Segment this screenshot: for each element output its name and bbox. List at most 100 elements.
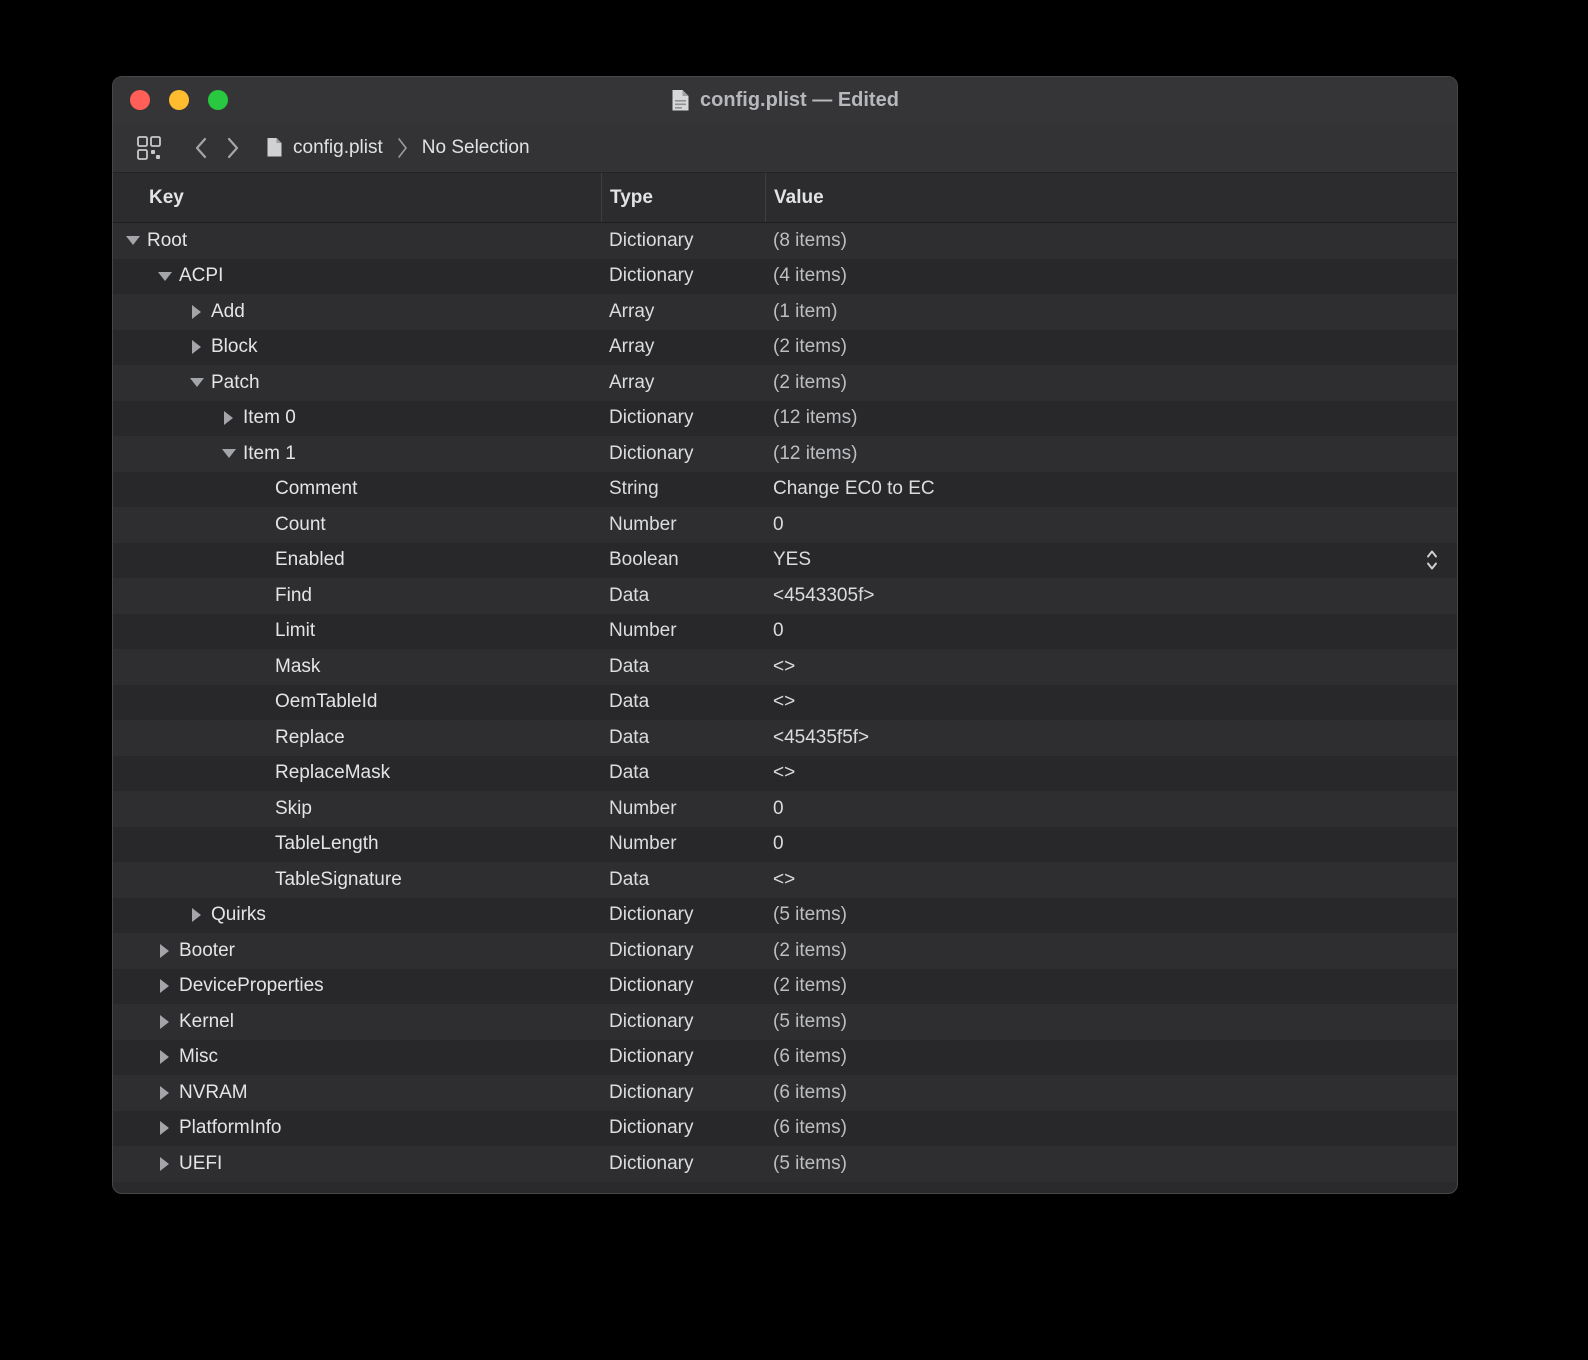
table-row[interactable]: QuirksDictionary(5 items) xyxy=(113,898,1457,934)
table-row[interactable]: BlockArray(2 items) xyxy=(113,330,1457,366)
row-type: Dictionary xyxy=(601,1075,765,1111)
breadcrumb-selection[interactable]: No Selection xyxy=(422,137,530,159)
table-row[interactable]: UEFIDictionary(5 items) xyxy=(113,1146,1457,1182)
row-type: Data xyxy=(601,685,765,721)
row-key-label: Add xyxy=(211,301,245,323)
row-value[interactable]: (6 items) xyxy=(773,1117,847,1139)
table-row[interactable]: SkipNumber0 xyxy=(113,791,1457,827)
row-type: Dictionary xyxy=(601,933,765,969)
table-row[interactable]: Item 1Dictionary(12 items) xyxy=(113,436,1457,472)
row-value[interactable]: (12 items) xyxy=(773,443,857,465)
row-value[interactable]: <> xyxy=(773,762,795,784)
disclosure-triangle[interactable] xyxy=(189,908,211,922)
row-value[interactable]: 0 xyxy=(773,514,784,536)
row-key-label: Comment xyxy=(275,478,357,500)
row-key-label: Limit xyxy=(275,620,315,642)
disclosure-triangle[interactable] xyxy=(157,1050,179,1064)
table-row[interactable]: ReplaceMaskData<> xyxy=(113,756,1457,792)
row-type: Array xyxy=(601,330,765,366)
disclosure-triangle[interactable] xyxy=(157,1015,179,1029)
table-row[interactable]: CommentStringChange EC0 to EC xyxy=(113,472,1457,508)
title-bar: config.plist — Edited xyxy=(113,77,1457,123)
row-type: Number xyxy=(601,614,765,650)
row-value[interactable]: (2 items) xyxy=(773,336,847,358)
disclosure-triangle[interactable] xyxy=(189,378,211,387)
zoom-window-button[interactable] xyxy=(208,90,228,110)
row-type: Data xyxy=(601,756,765,792)
table-row[interactable]: RootDictionary(8 items) xyxy=(113,223,1457,259)
row-value[interactable]: (2 items) xyxy=(773,940,847,962)
table-row[interactable]: Item 0Dictionary(12 items) xyxy=(113,401,1457,437)
table-row[interactable]: BooterDictionary(2 items) xyxy=(113,933,1457,969)
disclosure-triangle[interactable] xyxy=(125,236,147,245)
table-row[interactable]: Limit Number 0 xyxy=(113,614,1457,650)
row-key-label: ACPI xyxy=(179,265,223,287)
row-value[interactable]: (12 items) xyxy=(773,407,857,429)
row-value[interactable]: (5 items) xyxy=(773,1011,847,1033)
table-row[interactable]: PatchArray(2 items) xyxy=(113,365,1457,401)
row-value[interactable]: Change EC0 to EC xyxy=(773,478,935,500)
table-row[interactable]: AddArray(1 item) xyxy=(113,294,1457,330)
document-icon xyxy=(671,89,690,112)
row-value[interactable]: (6 items) xyxy=(773,1082,847,1104)
table-row[interactable]: DevicePropertiesDictionary(2 items) xyxy=(113,969,1457,1005)
table-row[interactable]: ACPIDictionary(4 items) xyxy=(113,259,1457,295)
close-window-button[interactable] xyxy=(130,90,150,110)
table-row[interactable]: KernelDictionary(5 items) xyxy=(113,1004,1457,1040)
disclosure-triangle[interactable] xyxy=(157,1157,179,1171)
table-row[interactable]: ReplaceData<45435f5f> xyxy=(113,720,1457,756)
row-key-label: Item 0 xyxy=(243,407,296,429)
disclosure-triangle[interactable] xyxy=(221,411,243,425)
table-row[interactable]: NVRAMDictionary(6 items) xyxy=(113,1075,1457,1111)
table-row[interactable]: EnabledBooleanYES xyxy=(113,543,1457,579)
row-value[interactable]: (2 items) xyxy=(773,975,847,997)
row-value[interactable]: (8 items) xyxy=(773,230,847,252)
table-row[interactable]: CountNumber0 xyxy=(113,507,1457,543)
row-value[interactable]: (1 item) xyxy=(773,301,837,323)
table-row[interactable]: PlatformInfoDictionary(6 items) xyxy=(113,1111,1457,1147)
disclosure-triangle[interactable] xyxy=(189,340,211,354)
row-value[interactable]: <> xyxy=(773,691,795,713)
row-value[interactable]: <45435f5f> xyxy=(773,727,869,749)
forward-button[interactable] xyxy=(217,131,250,165)
boolean-popup-stepper[interactable] xyxy=(1425,547,1439,573)
row-value[interactable]: (2 items) xyxy=(773,372,847,394)
disclosure-triangle[interactable] xyxy=(157,944,179,958)
row-key-label: Skip xyxy=(275,798,312,820)
row-value[interactable]: 0 xyxy=(773,833,784,855)
row-value[interactable]: (6 items) xyxy=(773,1046,847,1068)
disclosure-triangle[interactable] xyxy=(157,1121,179,1135)
disclosure-triangle[interactable] xyxy=(157,979,179,993)
table-row[interactable]: TableLengthNumber0 xyxy=(113,827,1457,863)
row-key-label: OemTableId xyxy=(275,691,377,713)
row-key-label: Item 1 xyxy=(243,443,296,465)
row-value[interactable]: YES xyxy=(773,549,811,571)
row-key-label: Quirks xyxy=(211,904,266,926)
back-button[interactable] xyxy=(184,131,217,165)
minimize-window-button[interactable] xyxy=(169,90,189,110)
table-row[interactable]: MiscDictionary(6 items) xyxy=(113,1040,1457,1076)
table-row[interactable]: TableSignatureData<> xyxy=(113,862,1457,898)
disclosure-triangle[interactable] xyxy=(157,1086,179,1100)
row-key-label: Mask xyxy=(275,656,320,678)
row-value[interactable]: (4 items) xyxy=(773,265,847,287)
table-row[interactable]: FindData<4543305f> xyxy=(113,578,1457,614)
row-value[interactable]: (5 items) xyxy=(773,1153,847,1175)
disclosure-triangle[interactable] xyxy=(157,272,179,281)
row-key-label: TableLength xyxy=(275,833,379,855)
disclosure-triangle[interactable] xyxy=(221,449,243,458)
table-row[interactable]: MaskData<> xyxy=(113,649,1457,685)
column-header-value: Value xyxy=(765,173,1457,222)
disclosure-triangle[interactable] xyxy=(189,305,211,319)
table-row[interactable]: OemTableId Data <> xyxy=(113,685,1457,721)
row-value[interactable]: 0 xyxy=(773,620,784,642)
row-value[interactable]: 0 xyxy=(773,798,784,820)
row-value[interactable]: <> xyxy=(773,656,795,678)
table-header: Key Type Value xyxy=(113,173,1457,223)
row-value[interactable]: <4543305f> xyxy=(773,585,874,607)
breadcrumb-document[interactable]: config.plist xyxy=(293,137,383,159)
row-key-label: Count xyxy=(275,514,326,536)
row-value[interactable]: <> xyxy=(773,869,795,891)
related-items-grid-icon[interactable] xyxy=(128,131,170,165)
row-value[interactable]: (5 items) xyxy=(773,904,847,926)
